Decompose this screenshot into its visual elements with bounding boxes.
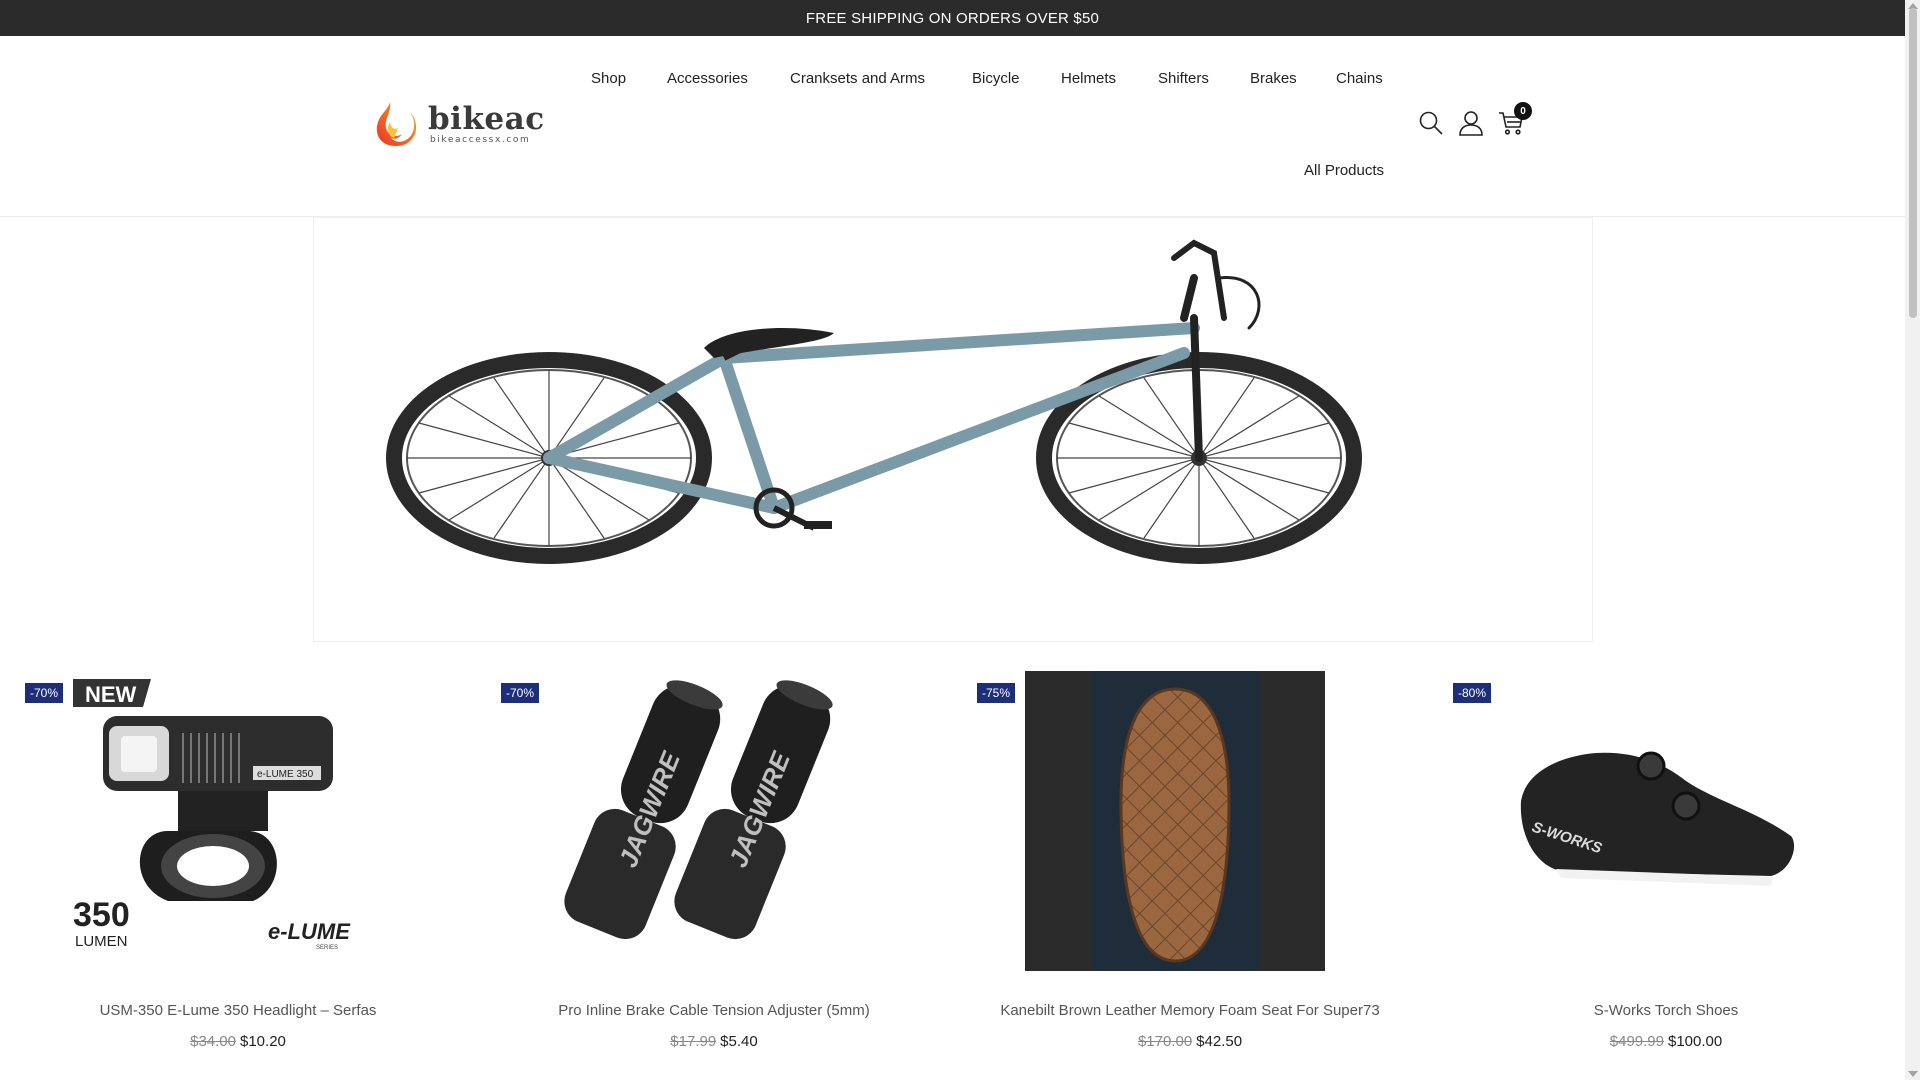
logo-domain: bikeaccessx.com: [430, 135, 531, 145]
scroll-thumb[interactable]: [1909, 8, 1917, 318]
product-price: $34.00 $10.20: [0, 1033, 476, 1050]
original-price: $170.00: [1137, 1033, 1193, 1050]
headlight-image: NEW e-LUME 350 350 LUMEN e-LUME SERIES: [73, 679, 351, 951]
nav-brakes[interactable]: Brakes: [1250, 70, 1297, 87]
product-name[interactable]: USM-350 E-Lume 350 Headlight – Serfas: [0, 1002, 476, 1019]
site-logo[interactable]: bikeac bikeaccessx.com: [370, 98, 545, 150]
hero-banner[interactable]: [313, 217, 1593, 642]
sale-price: $5.40: [720, 1033, 758, 1050]
original-price: $499.99: [1609, 1033, 1664, 1050]
logo-wordmark: bikeac: [428, 101, 545, 137]
original-price: $17.99: [670, 1033, 717, 1050]
sale-price: $100.00: [1668, 1033, 1723, 1050]
product-card[interactable]: -75% Kanebilt Brown Leather Memory Foam …: [952, 670, 1428, 1070]
original-price: $34.00: [190, 1033, 236, 1050]
bike-frame: [543, 322, 1200, 514]
svg-text:NEW: NEW: [85, 682, 137, 707]
page-scrollbar[interactable]: [1905, 0, 1920, 1080]
product-name[interactable]: S-Works Torch Shoes: [1428, 1002, 1904, 1019]
svg-text:e-LUME: e-LUME: [268, 919, 351, 944]
nav-shop[interactable]: Shop: [591, 70, 626, 87]
leather-seat-image: [1025, 671, 1325, 971]
discount-badge: -80%: [1453, 683, 1492, 703]
sale-price: $42.50: [1196, 1033, 1243, 1050]
site-header: bikeac bikeaccessx.com Shop Accessories …: [0, 36, 1905, 217]
user-icon: [1459, 111, 1483, 136]
announcement-bar: FREE SHIPPING ON ORDERS OVER $50: [0, 0, 1905, 36]
product-card[interactable]: -80% S-WORKS S-Works Torch Shoes $499.99…: [1428, 670, 1904, 1070]
discount-badge: -70%: [25, 683, 64, 703]
product-card[interactable]: -70% NEW e-LUME 350 350 LUMEN e-LUME SER…: [0, 670, 476, 1070]
cable-adjuster-image: JAGWIRE JAGWIRE: [564, 680, 833, 940]
product-name[interactable]: Kanebilt Brown Leather Memory Foam Seat …: [952, 1002, 1428, 1019]
flame-logo-icon: [376, 102, 417, 146]
svg-text:LUMEN: LUMEN: [75, 933, 128, 950]
product-name[interactable]: Pro Inline Brake Cable Tension Adjuster …: [476, 1002, 952, 1019]
product-price: $170.00 $42.50: [952, 1033, 1428, 1050]
svg-text:e-LUME 350: e-LUME 350: [257, 769, 314, 780]
announcement-text: FREE SHIPPING ON ORDERS OVER $50: [805, 9, 1100, 27]
cart-count-badge: 0: [1514, 102, 1532, 120]
header-actions: 0: [1416, 102, 1536, 138]
nav-all-products[interactable]: All Products: [1304, 162, 1384, 179]
bicycle-banner-image: [386, 239, 1362, 564]
cart-button[interactable]: 0: [1496, 102, 1532, 138]
scroll-down-arrow-icon[interactable]: [1908, 1071, 1918, 1077]
nav-shifters[interactable]: Shifters: [1158, 70, 1209, 87]
account-button[interactable]: [1456, 108, 1486, 138]
discount-badge: -75%: [977, 683, 1016, 703]
discount-badge: -70%: [501, 683, 540, 703]
product-price: $499.99 $100.00: [1428, 1033, 1904, 1050]
search-button[interactable]: [1416, 108, 1446, 138]
product-price: $17.99 $5.40: [476, 1033, 952, 1050]
svg-text:SERIES: SERIES: [316, 945, 338, 951]
nav-chains[interactable]: Chains: [1336, 70, 1383, 87]
nav-cranksets-and-arms[interactable]: Cranksets and Arms: [790, 70, 925, 87]
svg-text:350: 350: [73, 896, 130, 934]
nav-helmets[interactable]: Helmets: [1061, 70, 1116, 87]
search-icon: [1419, 111, 1443, 135]
nav-accessories[interactable]: Accessories: [667, 70, 748, 87]
nav-bicycle[interactable]: Bicycle: [972, 70, 1020, 87]
product-card[interactable]: -70% JAGWIRE JAGWIRE Pro Inline Brake Ca…: [476, 670, 952, 1070]
cycling-shoes-image: S-WORKS: [1520, 751, 1795, 886]
sale-price: $10.20: [240, 1033, 286, 1050]
